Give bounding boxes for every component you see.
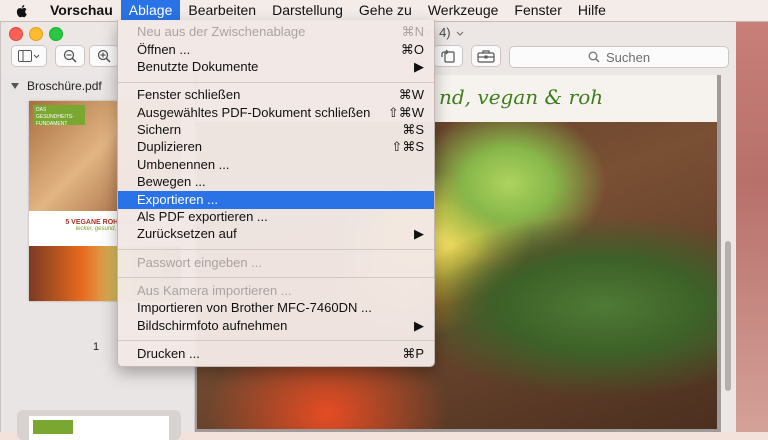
search-field[interactable]: Suchen [509,46,729,68]
zoom-out-button[interactable] [55,45,85,67]
disclosure-triangle-icon[interactable] [11,82,19,90]
page-thumbnail-2-selection[interactable] [17,410,181,440]
sidebar-icon [18,50,40,62]
submenu-arrow-icon: ▶ [414,226,424,241]
zoom-in-button[interactable] [89,45,119,67]
menu-item-bewegen[interactable]: Bewegen ... [118,173,434,191]
close-window-button[interactable] [9,27,23,41]
menu-werkzeuge[interactable]: Werkzeuge [420,0,507,21]
menu-gehe-zu[interactable]: Gehe zu [351,0,420,21]
apple-logo-icon[interactable] [14,3,30,19]
menu-hilfe[interactable]: Hilfe [570,0,614,21]
menu-item-sichern[interactable]: Sichern ⌘S [118,121,434,139]
zoom-window-button[interactable] [49,27,63,41]
chevron-down-icon[interactable] [456,31,464,37]
sidebar-toggle-button[interactable] [11,45,47,67]
rotate-button[interactable] [433,45,463,67]
menu-item-zuruecksetzen-auf[interactable]: Zurücksetzen auf ▶ [118,225,434,243]
menu-bearbeiten[interactable]: Bearbeiten [180,0,264,21]
menu-separator [118,82,434,83]
toolbox-button[interactable] [471,45,501,67]
menu-item-bildschirmfoto-aufnehmen[interactable]: Bildschirmfoto aufnehmen ▶ [118,317,434,335]
menu-separator [118,249,434,250]
menu-item-exportieren[interactable]: Exportieren ... [118,191,434,209]
menu-item-umbenennen[interactable]: Umbenennen ... [118,156,434,174]
sidebar-document-header[interactable]: Broschüre.pdf [11,79,102,93]
page-thumbnail-2[interactable] [29,416,169,440]
handwritten-title: nd, vegan & roh [439,85,604,109]
menu-item-aus-kamera-importieren: Aus Kamera importieren ... [137,283,292,298]
thumbnail-logo: DAS GESUNDHEITS-FUNDAMENT [33,105,85,127]
menu-darstellung[interactable]: Darstellung [264,0,351,21]
page-number-label: 1 [93,341,100,353]
minimize-window-button[interactable] [29,27,43,41]
menu-item-importieren-brother[interactable]: Importieren von Brother MFC-7460DN ... [118,299,434,317]
submenu-arrow-icon: ▶ [414,59,424,74]
zoom-in-icon [97,49,111,63]
menu-item-duplizieren[interactable]: Duplizieren ⇧⌘S [118,138,434,156]
search-icon [588,51,600,63]
rotate-icon [441,49,455,63]
menu-item-pdf-dokument-schliessen[interactable]: Ausgewähltes PDF-Dokument schließen ⇧⌘W [118,104,434,122]
menu-item-fenster-schliessen[interactable]: Fenster schließen ⌘W [118,86,434,104]
toolbox-icon [477,50,495,63]
submenu-arrow-icon: ▶ [414,318,424,333]
scrollbar-thumb[interactable] [725,241,731,391]
vertical-scrollbar[interactable] [723,111,733,431]
menu-app-vorschau[interactable]: Vorschau [42,0,121,21]
desktop-wallpaper [735,20,768,432]
zoom-out-icon [63,49,77,63]
menu-item-neu-aus-zwischenablage: Neu aus der Zwischenablage ⌘N [137,24,424,39]
search-placeholder: Suchen [605,49,651,65]
menu-separator [118,277,434,278]
menu-separator [118,340,434,341]
menu-ablage[interactable]: Ablage [120,0,181,21]
menubar: Vorschau Ablage Bearbeiten Darstellung G… [0,0,768,22]
menu-fenster[interactable]: Fenster [506,0,569,21]
menu-item-oeffnen[interactable]: Öffnen ... ⌘O [118,41,434,59]
menu-item-drucken[interactable]: Drucken ... ⌘P [118,345,434,363]
menu-item-benutzte-dokumente[interactable]: Benutzte Dokumente ▶ [118,58,434,76]
menu-item-als-pdf-exportieren[interactable]: Als PDF exportieren ... [118,208,434,226]
document-filename: Broschüre.pdf [27,79,102,93]
ablage-menu: Neu aus der Zwischenablage ⌘N Öffnen ... ⌘… [117,20,435,367]
menu-item-passwort-eingeben: Passwort eingeben ... [137,255,263,270]
